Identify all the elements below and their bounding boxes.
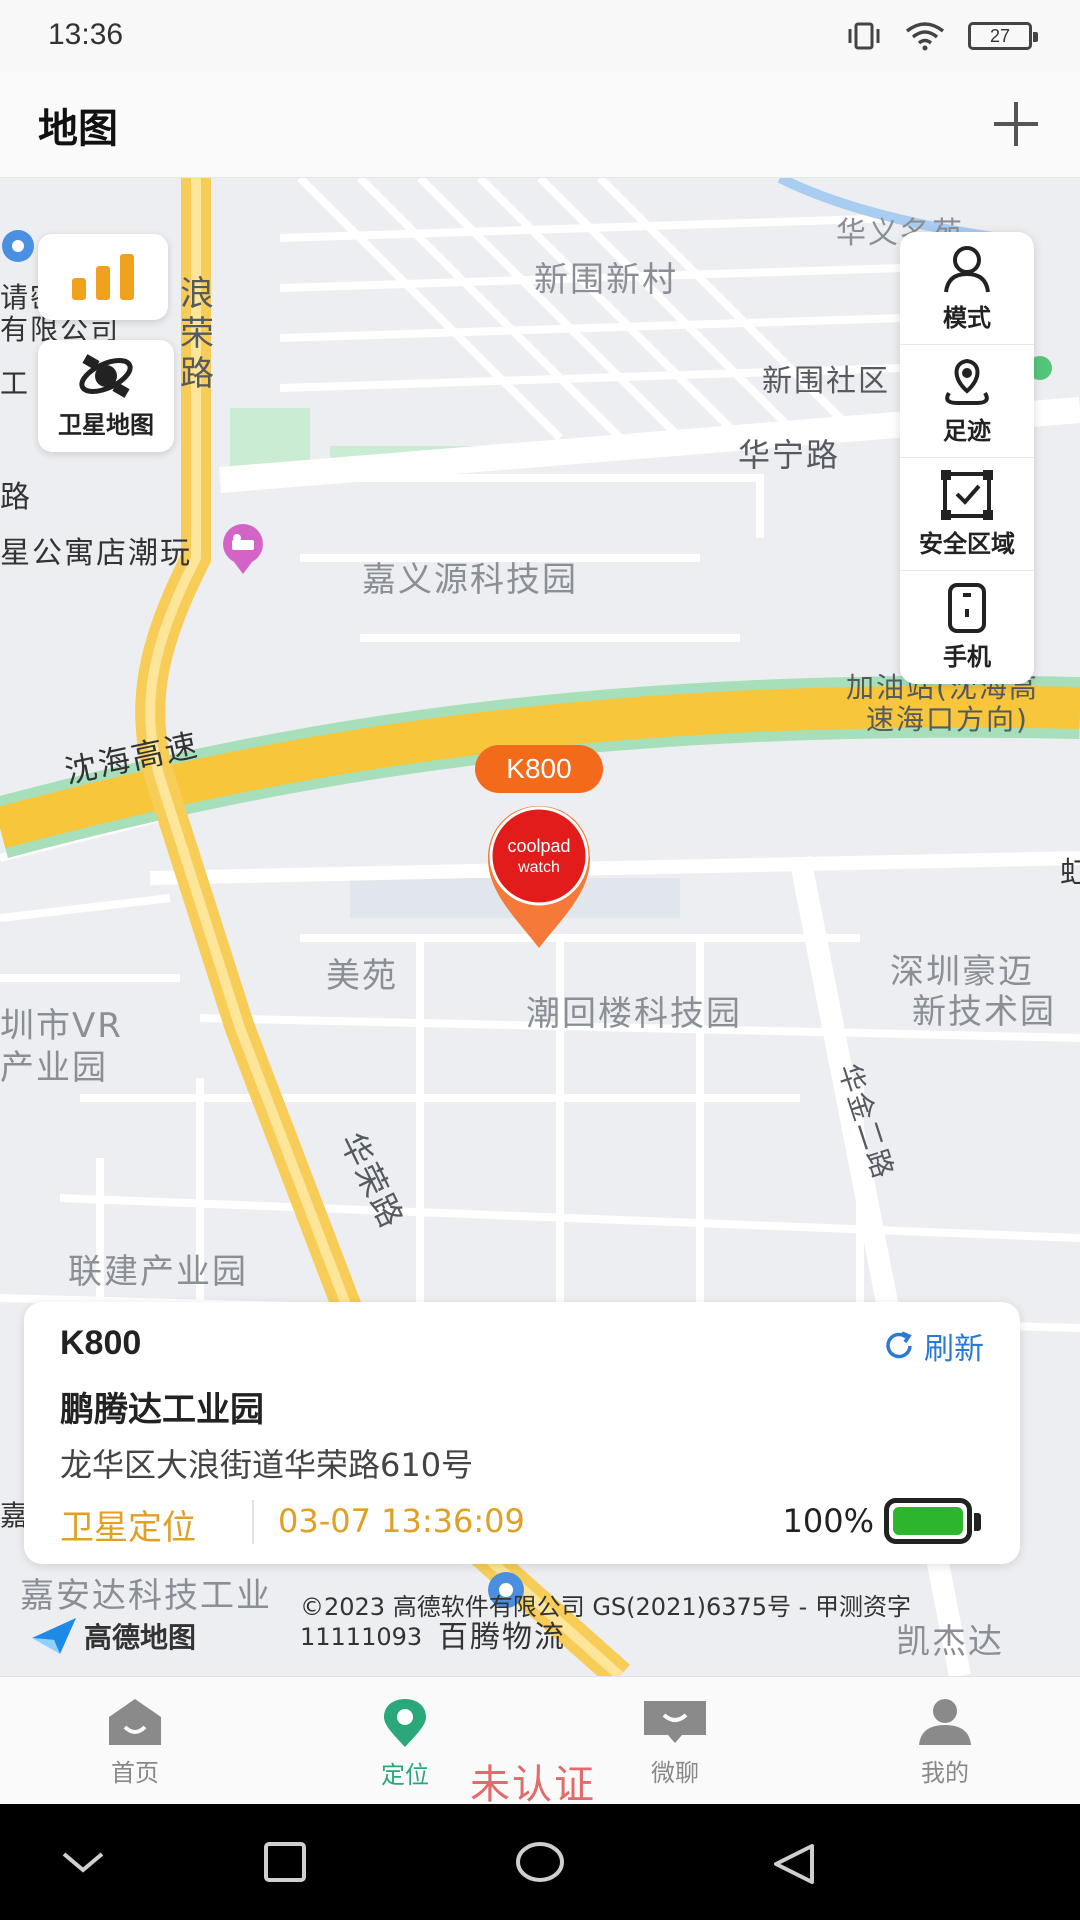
mode-button[interactable]: 模式 — [900, 232, 1034, 345]
battery-level: 27 — [989, 25, 1011, 46]
add-button[interactable] — [986, 94, 1046, 154]
hotel-poi-icon[interactable] — [218, 522, 268, 576]
refresh-label: 刷新 — [924, 1332, 984, 1367]
divider — [252, 1500, 254, 1544]
phone-icon — [948, 583, 986, 633]
device-info-card: K800 刷新 鹏腾达工业园 龙华区大浪街道华荣路610号 卫星定位 03-07… — [24, 1302, 1020, 1564]
back-icon[interactable] — [770, 1842, 818, 1886]
signal-button[interactable] — [38, 234, 168, 320]
device-name: K800 — [60, 1324, 142, 1362]
map-label: 产业园 — [0, 1048, 108, 1088]
safe-zone-button[interactable]: 安全区域 — [900, 458, 1034, 571]
map-label: 新技术园 — [912, 992, 1056, 1032]
location-marker-icon[interactable]: coolpad watch — [480, 800, 598, 950]
tab-me-label: 我的 — [921, 1759, 969, 1787]
track-pin-icon — [945, 358, 989, 405]
phone-button[interactable]: 手机 — [900, 571, 1034, 684]
tab-home[interactable]: 首页 — [0, 1677, 270, 1804]
page-title: 地图 — [38, 106, 118, 152]
unverified-watermark: 未认证 — [470, 1762, 596, 1808]
map-label: 潮回楼科技园 — [526, 994, 742, 1034]
device-battery-icon — [884, 1498, 981, 1544]
footprint-label: 足迹 — [943, 416, 991, 445]
poi-pin-icon[interactable] — [0, 230, 40, 274]
status-icons: 27 — [846, 18, 1038, 54]
recent-apps-icon[interactable] — [262, 1842, 308, 1882]
header: 地图 — [0, 72, 1080, 178]
location-type: 卫星定位 — [60, 1508, 196, 1548]
home-icon — [109, 1699, 161, 1745]
status-bar: 13:36 27 — [0, 0, 1080, 72]
marker-brand-line1: coolpad — [507, 836, 570, 856]
hide-keyboard-icon[interactable] — [58, 1842, 108, 1882]
safe-zone-label: 安全区域 — [919, 529, 1015, 558]
map-label: 联建产业园 — [68, 1252, 248, 1292]
signal-bars-icon — [72, 254, 134, 300]
chat-icon — [644, 1701, 706, 1743]
tab-location-label: 定位 — [381, 1761, 429, 1789]
map-label: 星公寓店潮玩 — [0, 536, 192, 571]
map-view[interactable]: 新围新村 华义名苑 新围社区 华宁路 浪荣路 嘉义源科技园 加油站(沈海高 速海… — [0, 178, 1080, 1676]
map-controls-panel: 模式 足迹 安全区域 手机 — [900, 232, 1034, 684]
location-timestamp: 03-07 13:36:09 — [278, 1502, 525, 1540]
map-label: 华宁路 — [738, 436, 841, 474]
satellite-icon — [79, 353, 133, 398]
battery-indicator: 27 — [968, 22, 1038, 50]
satellite-map-label: 卫星地图 — [58, 410, 154, 439]
tab-me[interactable]: 我的 — [810, 1677, 1080, 1804]
map-label: 嘉安达科技工业 — [20, 1576, 272, 1616]
location-pin-icon — [384, 1699, 426, 1747]
map-label: 速海口方向) — [866, 703, 1029, 736]
satellite-map-button[interactable]: 卫星地图 — [38, 340, 174, 452]
place-name: 鹏腾达工业园 — [60, 1390, 264, 1430]
amap-logo: 高德地图 — [30, 1616, 196, 1656]
refresh-icon — [886, 1331, 912, 1359]
map-label: 虹 — [1060, 856, 1080, 891]
phone-label: 手机 — [943, 643, 991, 671]
footprint-button[interactable]: 足迹 — [900, 345, 1034, 458]
map-label: 工 — [0, 367, 31, 400]
map-label: 新围社区 — [762, 364, 890, 399]
amap-logo-text: 高德地图 — [84, 1621, 197, 1654]
address: 龙华区大浪街道华荣路610号 — [60, 1446, 474, 1484]
vibrate-icon — [848, 22, 880, 50]
marker-brand-line2: watch — [517, 859, 560, 876]
status-time: 13:36 — [48, 18, 124, 51]
safe-zone-icon — [941, 469, 993, 520]
mode-label: 模式 — [943, 303, 991, 332]
tab-chat-label: 微聊 — [651, 1759, 699, 1787]
map-label: 嘉义源科技园 — [362, 560, 578, 600]
map-copyright: ©2023 高德软件有限公司 GS(2021)6375号 - 甲测资字 1111… — [300, 1593, 911, 1651]
user-icon — [919, 1699, 971, 1745]
wifi-icon — [905, 22, 945, 51]
tab-home-label: 首页 — [111, 1759, 159, 1787]
map-label: 美苑 — [326, 956, 398, 996]
amap-arrow-icon — [32, 1618, 76, 1654]
map-label: 新围新村 — [534, 260, 678, 300]
device-battery-percent: 100% — [782, 1502, 874, 1540]
refresh-button[interactable]: 刷新 — [882, 1324, 984, 1368]
home-circle-icon[interactable] — [514, 1842, 566, 1882]
map-label: 浪荣路 — [180, 274, 216, 394]
device-tag[interactable]: K800 — [475, 745, 603, 793]
map-label: 路 — [0, 480, 32, 515]
person-icon — [944, 245, 990, 292]
system-nav-bar — [0, 1804, 1080, 1920]
